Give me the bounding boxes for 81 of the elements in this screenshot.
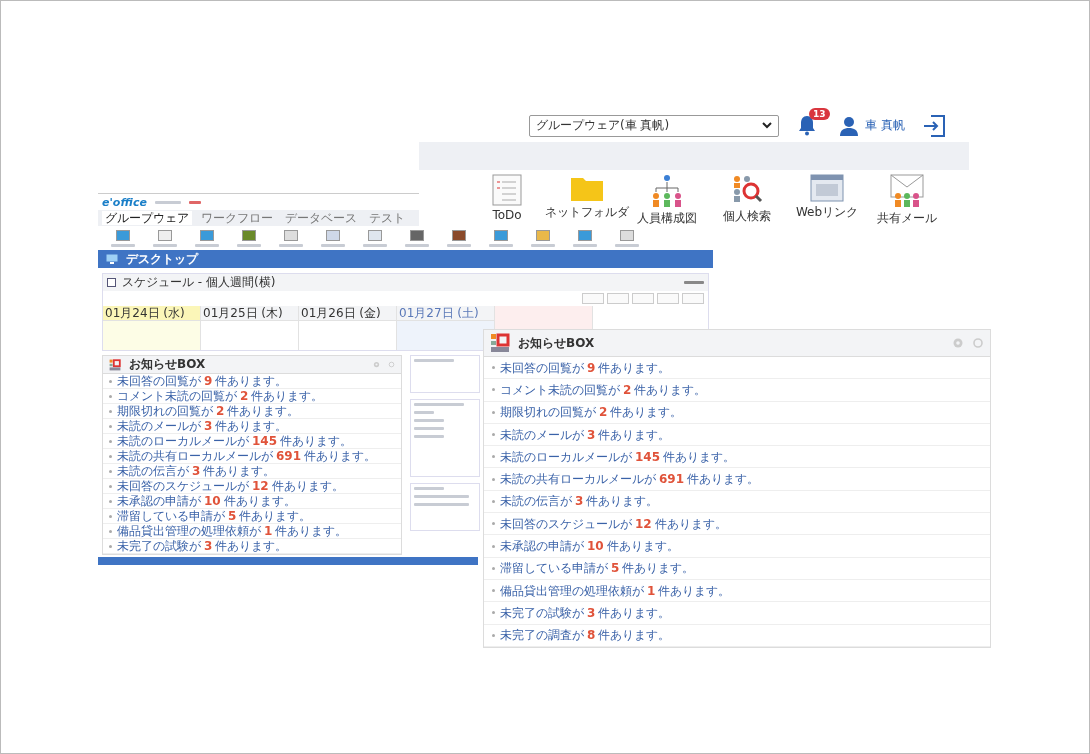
tab[interactable]: テスト [366, 211, 408, 225]
shared-mail-icon [890, 174, 924, 208]
tab[interactable]: グループウェア [102, 211, 192, 225]
user-name[interactable]: 車 真帆 [865, 117, 905, 135]
nav-button[interactable] [582, 293, 604, 304]
app-icon[interactable] [620, 230, 634, 241]
notice-link[interactable]: 未読のローカルメールが 145 件あります。 [500, 450, 736, 463]
checklist-icon [492, 174, 522, 206]
notice-link[interactable]: 滞留している申請が 5 件あります。 [500, 562, 695, 575]
app-icon[interactable] [368, 230, 382, 241]
logout-icon[interactable] [922, 114, 945, 137]
nav-button[interactable] [607, 293, 629, 304]
group-select[interactable]: グループウェア(車 真帆) [529, 114, 779, 137]
day-date: 01月26日 (金) [299, 306, 396, 321]
day-date: 01月24日 (水) [103, 306, 200, 321]
app-shortcut[interactable]: 個人検索 [707, 174, 787, 227]
refresh-icon[interactable] [972, 337, 984, 349]
settings-icon[interactable] [373, 361, 380, 368]
notice-link[interactable]: 期限切れの回覧が 2 件あります。 [500, 406, 683, 419]
notice-link[interactable]: 未回答の回覧が 9 件あります。 [117, 375, 288, 387]
app-icon[interactable] [242, 230, 256, 241]
nav-button[interactable] [632, 293, 654, 304]
notice-link[interactable]: 未読の伝言が 3 件あります。 [117, 465, 276, 477]
notice-link[interactable]: 未読の共有ローカルメールが 691 件あります。 [117, 450, 377, 462]
app-icon[interactable] [284, 230, 298, 241]
notice-link[interactable]: 未回答のスケジュールが 12 件あります。 [500, 517, 727, 530]
chevron-down-icon [762, 122, 772, 130]
calendar-icon [107, 278, 116, 287]
nav-button[interactable] [657, 293, 679, 304]
app-icon[interactable] [158, 230, 172, 241]
app-icon[interactable] [578, 230, 592, 241]
side-panel [410, 355, 480, 393]
browser-window-icon [810, 174, 844, 202]
notice-link[interactable]: 未読の伝言が 3 件あります。 [500, 495, 659, 508]
notice-link[interactable]: 期限切れの回覧が 2 件あります。 [117, 405, 300, 417]
app-icon[interactable] [410, 230, 424, 241]
app-icon[interactable] [452, 230, 466, 241]
app-icon[interactable] [116, 230, 130, 241]
notice-link[interactable]: 未完了の試験が 3 件あります。 [117, 540, 288, 552]
notice-link[interactable]: 未読のメールが 3 件あります。 [500, 428, 671, 441]
day-date: 01月25日 (木) [201, 306, 298, 321]
settings-icon[interactable] [952, 337, 964, 349]
notice-link[interactable]: 未完了の調査が 8 件あります。 [500, 629, 671, 642]
monitor-icon [106, 254, 118, 264]
notice-link[interactable]: 未読のローカルメールが 145 件あります。 [117, 435, 353, 447]
user-icon[interactable] [839, 115, 859, 136]
day-date: 01月27日 (土) [397, 306, 494, 321]
notice-link[interactable]: 未読のメールが 3 件あります。 [117, 420, 288, 432]
app-shortcut[interactable]: 共有メール [867, 174, 947, 227]
app-icon[interactable] [200, 230, 214, 241]
notice-link[interactable]: 未承認の申請が 10 件あります。 [500, 540, 679, 552]
notice-link[interactable]: コメント未読の回覧が 2 件あります。 [500, 383, 707, 396]
logo: e'office [102, 195, 147, 209]
app-icon[interactable] [536, 230, 550, 241]
app-shortcut[interactable]: ToDo [467, 174, 547, 227]
notice-link[interactable]: 未承認の申請が 10 件あります。 [117, 495, 296, 507]
side-panel [410, 483, 480, 531]
tab[interactable]: ワークフロー [198, 211, 276, 225]
app-icon[interactable] [494, 230, 508, 241]
notice-link[interactable]: 未読の共有ローカルメールが 691 件あります。 [500, 473, 760, 486]
app-shortcut[interactable]: ネットフォルダ [547, 174, 627, 227]
panel-title: お知らせBOX [129, 356, 207, 373]
schedule-title: スケジュール - 個人週間(横) [122, 274, 277, 291]
desktop-title: デスクトップ [126, 250, 198, 268]
app-icon[interactable] [326, 230, 340, 241]
notice-icon [109, 358, 121, 371]
app-shortcut[interactable]: Webリンク [787, 174, 867, 227]
tab[interactable]: データベース [282, 211, 360, 225]
notice-icon [490, 333, 510, 353]
org-chart-icon [651, 174, 683, 208]
notice-link[interactable]: 未回答の回覧が 9 件あります。 [500, 361, 671, 374]
refresh-icon[interactable] [388, 361, 395, 368]
notice-link[interactable]: 備品貸出管理の処理依頼が 1 件あります。 [117, 525, 348, 537]
notice-link[interactable]: 備品貸出管理の処理依頼が 1 件あります。 [500, 584, 731, 597]
notice-link[interactable]: 滞留している申請が 5 件あります。 [117, 510, 312, 522]
notification-badge: 13 [809, 107, 830, 120]
panel-title: お知らせBOX [518, 334, 596, 352]
notice-link[interactable]: コメント未読の回覧が 2 件あります。 [117, 390, 324, 402]
nav-button[interactable] [682, 293, 704, 304]
notice-link[interactable]: 未完了の試験が 3 件あります。 [500, 606, 671, 619]
notice-link[interactable]: 未回答のスケジュールが 12 件あります。 [117, 480, 344, 492]
